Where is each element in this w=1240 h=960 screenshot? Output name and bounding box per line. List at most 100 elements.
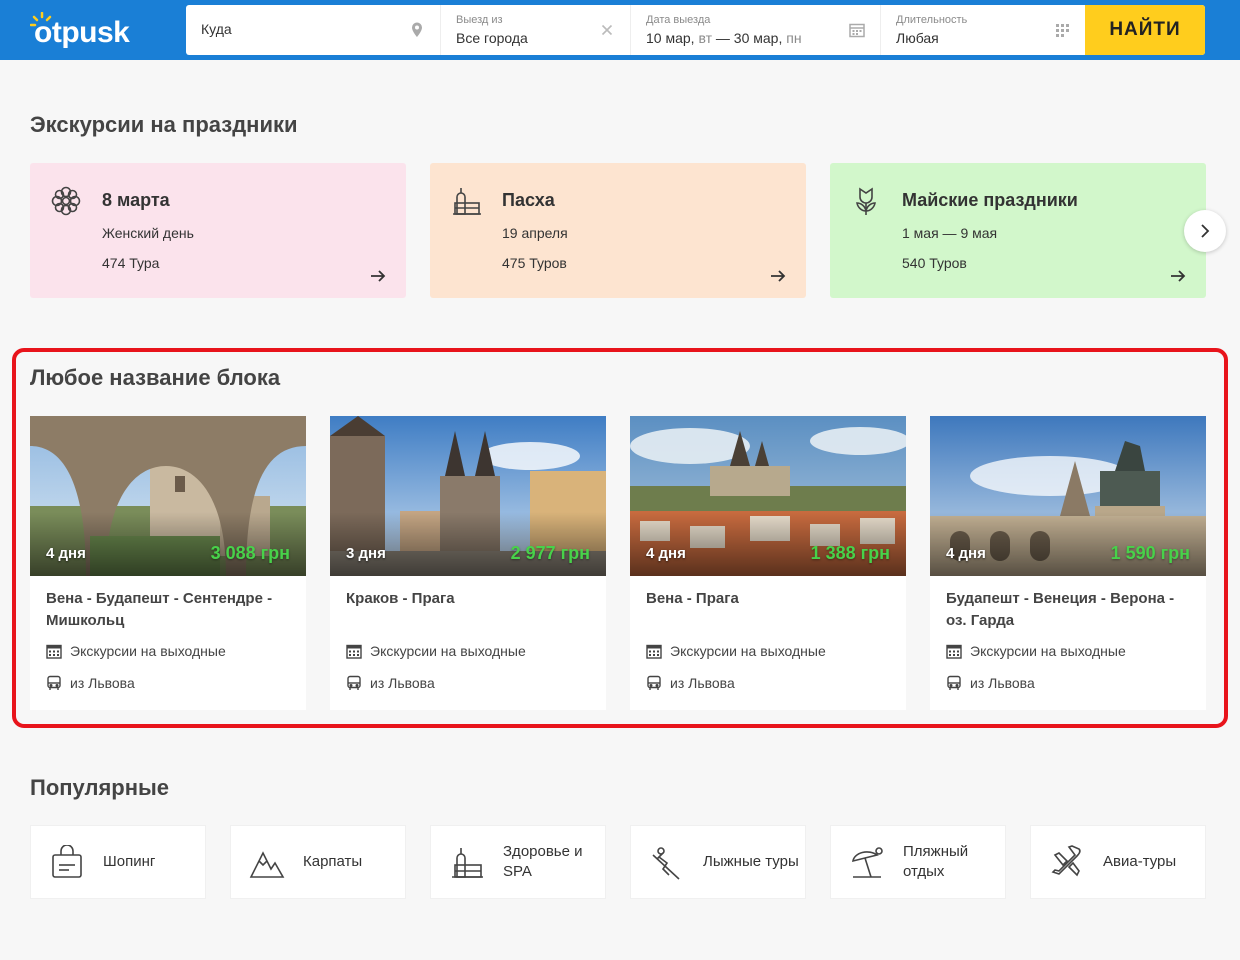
tour-days: 3 дня bbox=[346, 545, 386, 562]
from-label: Выезд из bbox=[456, 14, 503, 26]
search-bar: Куда Выезд из Все города Дата выезда 10 … bbox=[186, 5, 1205, 55]
holiday-card-march8[interactable]: 8 марта Женский день 474 Тура bbox=[30, 163, 406, 298]
tulip-icon bbox=[856, 187, 876, 215]
tour-from-label: из Львова bbox=[970, 675, 1035, 691]
tour-image: 4 дня 1 590 грн bbox=[930, 416, 1206, 576]
tour-days: 4 дня bbox=[46, 545, 86, 562]
tour-from: из Львова bbox=[46, 675, 135, 691]
popular-label: Лыжные туры bbox=[703, 853, 799, 870]
logo[interactable]: otpusk bbox=[28, 8, 158, 52]
tour-from-label: из Львова bbox=[70, 675, 135, 691]
from-value: Все города bbox=[456, 30, 528, 46]
tour-image: 4 дня 3 088 грн bbox=[30, 416, 306, 576]
popular-item-carpathians[interactable]: Карпаты bbox=[230, 825, 406, 899]
tour-type: Экскурсии на выходные bbox=[946, 643, 1126, 659]
tour-from-label: из Львова bbox=[670, 675, 735, 691]
tour-price: 2 977 грн bbox=[510, 543, 590, 563]
calendar-icon bbox=[849, 23, 865, 38]
holiday-count: 540 Туров bbox=[902, 255, 967, 271]
holiday-subtitle: Женский день bbox=[102, 225, 194, 241]
bus-icon bbox=[647, 675, 661, 690]
sun-icon bbox=[30, 12, 52, 27]
chevron-right-icon bbox=[1201, 224, 1210, 238]
popular-item-shopping[interactable]: Шопинг bbox=[30, 825, 206, 899]
clear-icon[interactable] bbox=[598, 21, 616, 39]
flower-icon bbox=[51, 186, 81, 216]
tour-type-label: Экскурсии на выходные bbox=[970, 643, 1126, 659]
from-field[interactable]: Выезд из Все города bbox=[441, 5, 631, 55]
easter-cake-icon bbox=[453, 188, 481, 215]
tour-type: Экскурсии на выходные bbox=[646, 643, 826, 659]
duration-field[interactable]: Длительность Любая bbox=[881, 5, 1085, 55]
popular-item-spa[interactable]: Здоровье и SPA bbox=[430, 825, 606, 899]
arrow-right-icon bbox=[371, 270, 386, 282]
ski-icon bbox=[652, 847, 680, 880]
date-label: Дата выезда bbox=[646, 14, 711, 26]
popular-item-avia[interactable]: Авиа-туры bbox=[1030, 825, 1206, 899]
tour-price: 1 590 грн bbox=[1110, 543, 1190, 563]
beach-umbrella-icon bbox=[852, 847, 883, 878]
tour-card[interactable]: 4 дня 1 590 грн Будапешт - Венеция - Вер… bbox=[930, 416, 1206, 710]
tour-title: Краков - Прага bbox=[346, 590, 455, 607]
bus-icon bbox=[347, 675, 361, 690]
tour-title: Будапешт - Венеция - Верона - оз. Гарда bbox=[946, 590, 1175, 629]
tour-card[interactable]: 4 дня 1 388 грн Вена - Прага Экскурсии н… bbox=[630, 416, 906, 710]
holiday-title: 8 марта bbox=[102, 190, 170, 210]
holiday-title: Майские праздники bbox=[902, 190, 1078, 210]
tour-days: 4 дня bbox=[646, 545, 686, 562]
tour-days: 4 дня bbox=[946, 545, 986, 562]
tour-card[interactable]: 4 дня 3 088 грн Вена - Будапешт - Сентен… bbox=[30, 416, 306, 710]
tour-from: из Львова bbox=[646, 675, 735, 691]
grid-dots-icon bbox=[1056, 24, 1069, 37]
holiday-card-easter[interactable]: Пасха 19 апреля 475 Туров bbox=[430, 163, 806, 298]
tour-from: из Львова bbox=[346, 675, 435, 691]
bus-icon bbox=[47, 675, 61, 690]
tour-type: Экскурсии на выходные bbox=[46, 643, 226, 659]
tour-type-label: Экскурсии на выходные bbox=[70, 643, 226, 659]
find-button[interactable]: НАЙТИ bbox=[1085, 5, 1205, 55]
airplane-icon bbox=[1051, 845, 1081, 877]
popular-label: Здоровье и SPA bbox=[503, 843, 583, 880]
popular-label: Авиа-туры bbox=[1103, 853, 1177, 870]
holiday-subtitle: 1 мая — 9 мая bbox=[902, 225, 998, 241]
tour-title: Вена - Будапешт - Сентендре - Мишкольц bbox=[46, 590, 273, 629]
tour-from-label: из Львова bbox=[370, 675, 435, 691]
holiday-title: Пасха bbox=[502, 190, 555, 210]
popular-label: Пляжный отдых bbox=[903, 843, 969, 880]
tour-image: 3 дня 2 977 грн bbox=[330, 416, 606, 576]
arrow-right-icon bbox=[1171, 270, 1186, 282]
tour-title: Вена - Прага bbox=[646, 590, 739, 607]
calendar-icon bbox=[346, 644, 362, 659]
holiday-card-may[interactable]: Майские праздники 1 мая — 9 мая 540 Туро… bbox=[830, 163, 1206, 298]
bus-icon bbox=[947, 675, 961, 690]
where-field[interactable]: Куда bbox=[186, 5, 441, 55]
tour-type-label: Экскурсии на выходные bbox=[670, 643, 826, 659]
popular-label: Карпаты bbox=[303, 853, 363, 870]
holidays-title: Экскурсии на праздники bbox=[30, 112, 298, 137]
block-title: Любое название блока bbox=[30, 365, 281, 390]
shopping-bag-icon bbox=[52, 845, 82, 878]
mountain-icon bbox=[249, 851, 285, 878]
popular-item-ski[interactable]: Лыжные туры bbox=[630, 825, 806, 899]
tour-image: 4 дня 1 388 грн bbox=[630, 416, 906, 576]
calendar-icon bbox=[946, 644, 962, 659]
where-placeholder: Куда bbox=[201, 21, 232, 37]
holiday-count: 475 Туров bbox=[502, 255, 567, 271]
header: otpusk Куда Выезд из Все города Дата вые… bbox=[0, 0, 1240, 60]
tour-type: Экскурсии на выходные bbox=[346, 643, 526, 659]
tour-type-label: Экскурсии на выходные bbox=[370, 643, 526, 659]
tour-from: из Львова bbox=[946, 675, 1035, 691]
arrow-right-icon bbox=[771, 270, 786, 282]
carousel-next-button[interactable] bbox=[1184, 210, 1226, 252]
holiday-count: 474 Тура bbox=[102, 255, 160, 271]
date-value: 10 мар, вт — 30 мар, пн bbox=[646, 30, 802, 46]
calendar-icon bbox=[46, 644, 62, 659]
duration-value: Любая bbox=[896, 30, 939, 46]
calendar-icon bbox=[646, 644, 662, 659]
popular-label: Шопинг bbox=[103, 853, 156, 870]
popular-item-beach[interactable]: Пляжный отдых bbox=[830, 825, 1006, 899]
tour-card[interactable]: 3 дня 2 977 грн Краков - Прага Экскурсии… bbox=[330, 416, 606, 710]
holiday-subtitle: 19 апреля bbox=[502, 225, 568, 241]
spa-icon bbox=[452, 848, 483, 878]
date-field[interactable]: Дата выезда 10 мар, вт — 30 мар, пн bbox=[631, 5, 881, 55]
